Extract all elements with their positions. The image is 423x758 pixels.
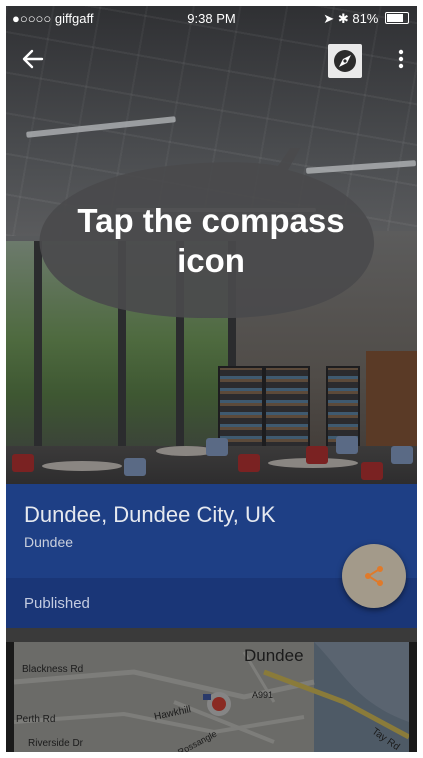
overflow-menu-button[interactable] bbox=[396, 46, 406, 72]
callout-line-2: icon bbox=[177, 242, 245, 279]
vending-machine bbox=[264, 366, 310, 450]
chair bbox=[336, 436, 358, 454]
back-button[interactable] bbox=[20, 46, 46, 72]
chair bbox=[361, 462, 383, 480]
bluetooth-icon: ✱ bbox=[337, 11, 349, 26]
divider bbox=[6, 628, 417, 642]
table bbox=[42, 461, 122, 471]
share-icon bbox=[365, 566, 383, 586]
chair bbox=[238, 454, 260, 472]
battery-icon bbox=[385, 12, 409, 24]
callout-line-1: Tap the compass bbox=[77, 202, 345, 239]
map-street-label: Blackness Rd bbox=[22, 664, 84, 675]
chair bbox=[124, 458, 146, 476]
door bbox=[366, 351, 417, 461]
chair bbox=[306, 446, 328, 464]
place-title: Dundee, Dundee City, UK bbox=[24, 502, 276, 527]
compass-icon bbox=[334, 50, 356, 72]
battery-percent: 81% bbox=[352, 11, 379, 26]
chair bbox=[391, 446, 413, 464]
chair bbox=[12, 454, 34, 472]
more-vert-icon bbox=[398, 49, 404, 69]
chair bbox=[206, 438, 228, 456]
compass-button[interactable] bbox=[328, 44, 362, 78]
map-street-label: Perth Rd bbox=[16, 714, 56, 725]
arrow-left-icon bbox=[22, 49, 44, 69]
place-subtitle: Dundee bbox=[24, 534, 74, 550]
map-street-label: A991 bbox=[252, 690, 274, 700]
map-preview[interactable]: Dundee Blackness Rd Perth Rd Hawkhill Ri… bbox=[14, 642, 409, 752]
location-icon: ➤ bbox=[323, 11, 335, 26]
publish-status: Published bbox=[24, 595, 90, 612]
battery-status: ➤ ✱ 81% bbox=[323, 11, 409, 27]
share-button[interactable] bbox=[342, 544, 406, 608]
app-screen: ●○○○○ giffgaff 9:38 PM ➤ ✱ 81% Tap the c… bbox=[6, 6, 417, 752]
map-street-label: Riverside Dr bbox=[28, 738, 84, 749]
callout-text: Tap the compass icon bbox=[46, 201, 376, 281]
map-city-label: Dundee bbox=[244, 646, 304, 665]
status-bar: ●○○○○ giffgaff 9:38 PM ➤ ✱ 81% bbox=[6, 6, 417, 30]
